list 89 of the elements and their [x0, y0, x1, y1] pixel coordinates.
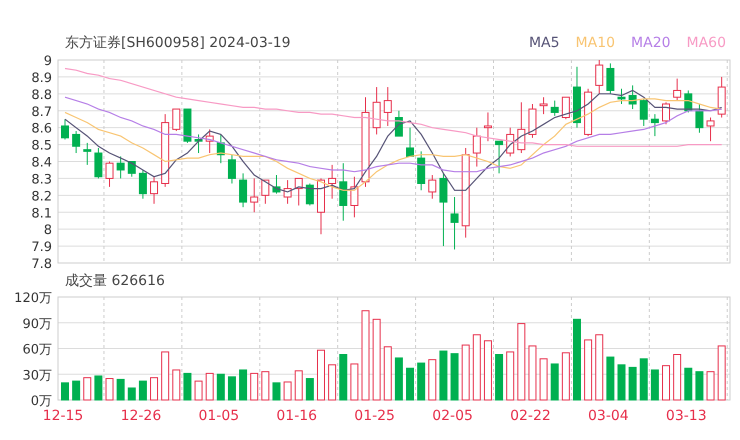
axis-label: 0万 — [30, 394, 52, 409]
candlestick — [272, 174, 280, 194]
candlestick — [428, 174, 436, 200]
volume-title: 成交量 626616 — [65, 273, 165, 289]
candlestick — [562, 96, 570, 120]
candlestick — [662, 102, 670, 125]
axis-label: 120万 — [14, 292, 52, 306]
candlestick — [306, 183, 314, 206]
candlestick — [350, 176, 358, 218]
candlestick — [206, 128, 214, 154]
candlestick — [228, 154, 236, 184]
axis-label: 8.7 — [31, 104, 52, 120]
legend-label: MA10 — [576, 34, 616, 53]
date-label: 01-25 — [354, 408, 395, 424]
axis-label: 8.6 — [31, 122, 52, 137]
axis-label: 9 — [44, 54, 52, 69]
axis-label: 8.5 — [31, 138, 52, 154]
candlestick — [628, 84, 637, 110]
candlestick — [550, 100, 559, 116]
candlestick — [472, 127, 481, 168]
candlestick — [61, 118, 69, 140]
legend-label: MA5 — [528, 34, 560, 53]
legend-label: MA20 — [631, 34, 671, 53]
date-label: 12-15 — [42, 408, 84, 424]
axis-label: 30万 — [22, 368, 52, 384]
date-label: 01-16 — [276, 408, 318, 424]
candlestick — [150, 176, 158, 204]
legend-label: MA60 — [686, 34, 726, 53]
candlestick — [183, 108, 192, 144]
chart-title: 东方证券[SH600958] 2024-03-19 — [65, 34, 291, 53]
axis-label: 60万 — [22, 342, 52, 358]
candlestick — [261, 180, 270, 204]
candlestick — [595, 60, 604, 94]
candlestick — [718, 76, 726, 118]
candlestick — [673, 78, 682, 102]
candlestick — [506, 127, 514, 157]
candlestick — [572, 66, 581, 128]
candlestick — [450, 196, 459, 250]
candlestick — [128, 161, 136, 178]
candlestick — [394, 110, 403, 137]
axis-label: 8.8 — [31, 88, 52, 103]
candlestick — [138, 169, 147, 200]
candlestick — [517, 102, 526, 154]
candlestick — [83, 142, 92, 166]
candlestick — [294, 178, 303, 206]
candlestick — [484, 112, 492, 142]
date-label: 03-04 — [588, 408, 629, 424]
candlestick — [650, 114, 659, 137]
axis-label: 7.8 — [31, 257, 52, 272]
axis-label: 8.1 — [31, 206, 52, 222]
candlestick — [72, 130, 80, 154]
candlestick — [317, 178, 325, 235]
candlestick — [528, 103, 536, 138]
candlestick — [640, 98, 648, 126]
axis-label: 8.4 — [31, 156, 52, 170]
candlestick — [106, 161, 114, 188]
candlestick — [372, 86, 381, 135]
candlestick — [284, 180, 292, 204]
candlestick — [116, 156, 125, 179]
axis-label: 8.9 — [31, 70, 52, 86]
candlestick — [495, 140, 504, 174]
candlestick — [339, 162, 348, 222]
candlestick — [328, 164, 336, 200]
candlestick — [540, 96, 548, 115]
axis-label: 8.2 — [31, 189, 52, 204]
candlestick — [406, 127, 414, 157]
candlestick — [417, 150, 426, 191]
candlestick — [584, 88, 592, 137]
candlestick — [695, 103, 704, 134]
date-label: 02-22 — [510, 408, 551, 424]
axis-label: 90万 — [22, 316, 52, 332]
date-label: 03-13 — [666, 408, 707, 424]
candlestick — [239, 172, 248, 208]
date-label: 02-05 — [432, 408, 473, 424]
candlestick — [706, 117, 715, 142]
candlestick — [216, 134, 225, 164]
candlestick — [172, 108, 180, 132]
candlestick — [618, 88, 626, 104]
candlestick — [250, 178, 258, 213]
candlestick — [684, 90, 692, 113]
date-label: 01-05 — [198, 408, 240, 424]
candlestick — [384, 86, 392, 126]
axis-label: 8 — [44, 223, 52, 238]
candlestick — [94, 147, 102, 179]
date-label: 12-26 — [120, 408, 162, 424]
axis-label: 7.9 — [31, 240, 52, 256]
axis-label: 8.3 — [31, 172, 52, 188]
candlestick — [606, 62, 614, 94]
candlestick — [194, 134, 203, 154]
